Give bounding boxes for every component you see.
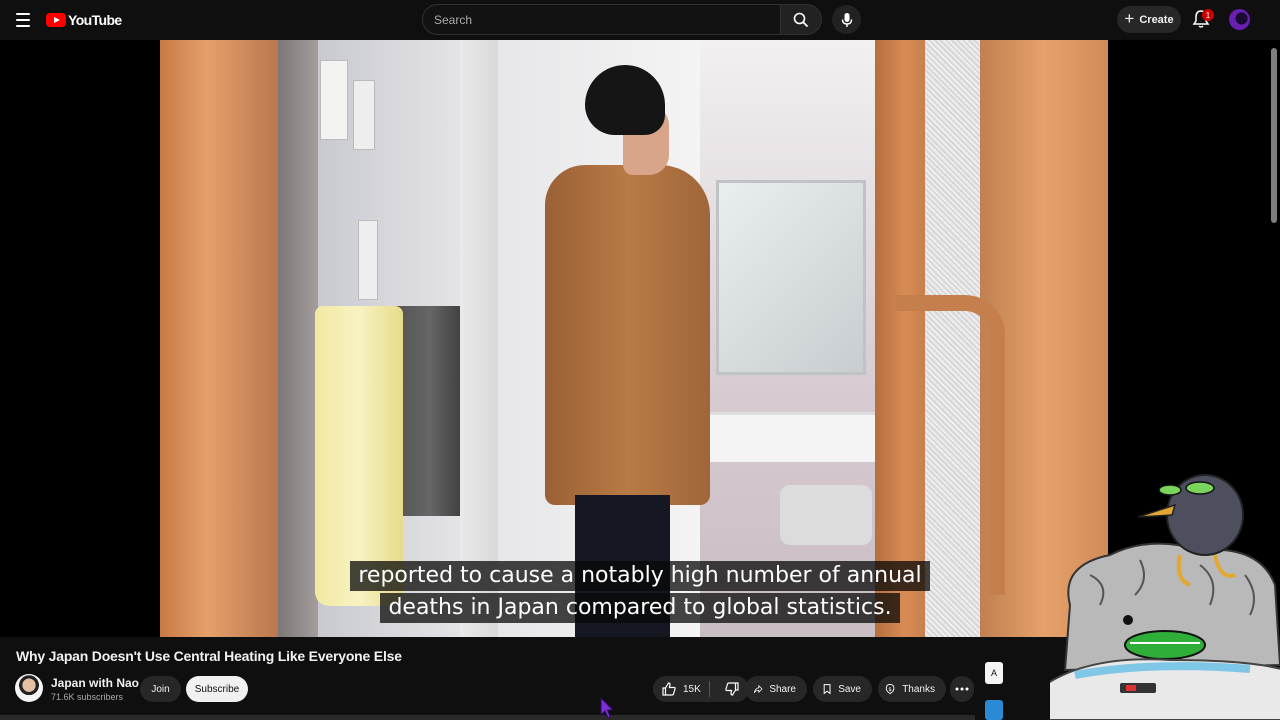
video-scene-panel: [353, 80, 375, 150]
logo-text: YouTube: [68, 12, 122, 28]
save-button[interactable]: Save: [813, 676, 872, 702]
cartoon-hot-tub: [1050, 658, 1280, 720]
thanks-label: Thanks: [902, 683, 935, 695]
masthead: YouTube Search + Create 1: [0, 0, 1280, 40]
video-scene-door-handle: [895, 295, 1005, 595]
video-scene-counter: [705, 412, 875, 462]
video-title: Why Japan Doesn't Use Central Heating Li…: [16, 648, 402, 664]
subscribe-button[interactable]: Subscribe: [186, 676, 248, 702]
create-button[interactable]: + Create: [1117, 6, 1181, 33]
like-count: 15K: [683, 683, 701, 695]
like-button[interactable]: 15K: [653, 676, 703, 702]
scrollbar[interactable]: [1271, 48, 1277, 223]
thanks-button[interactable]: $ Thanks: [878, 676, 946, 702]
share-button[interactable]: Share: [745, 676, 807, 702]
share-icon: [753, 684, 763, 694]
plus-icon: +: [1124, 9, 1135, 28]
video-scene-door-frame: [460, 40, 500, 637]
account-avatar[interactable]: [1229, 9, 1250, 30]
video-scene-switch: [358, 220, 378, 300]
bookmark-icon: [823, 684, 831, 695]
mouse-cursor: [600, 697, 614, 719]
caption-line: deaths in Japan compared to global stati…: [380, 593, 900, 623]
cartoon-rock: [1063, 542, 1280, 672]
save-label: Save: [838, 683, 861, 695]
create-label: Create: [1139, 13, 1174, 26]
video-scene-person: [545, 65, 710, 637]
more-horizontal-icon: [955, 687, 969, 691]
thumbs-down-icon: [725, 682, 740, 696]
subscriber-count: 71.6K subscribers: [51, 692, 124, 702]
thumbs-up-icon: [662, 682, 676, 696]
video-scene-door-edge: [278, 40, 318, 637]
video-scene-mirror: [716, 180, 866, 375]
channel-avatar[interactable]: [15, 674, 43, 702]
like-dislike-bar: 15K: [653, 676, 749, 702]
search-bar: Search: [422, 4, 822, 35]
more-actions-button[interactable]: [950, 676, 974, 702]
microphone-icon: [841, 12, 852, 27]
video-scene-stool: [780, 485, 872, 545]
video-frame[interactable]: [160, 40, 1108, 637]
like-divider: [708, 681, 710, 697]
caption-line: reported to cause a notably high number …: [350, 561, 930, 591]
join-button[interactable]: Join: [140, 676, 181, 702]
youtube-play-icon: [46, 13, 66, 27]
menu-icon[interactable]: [10, 6, 36, 34]
video-scene-panel: [320, 60, 348, 140]
search-input[interactable]: Search: [422, 4, 780, 35]
share-label: Share: [769, 683, 796, 695]
svg-text:$: $: [888, 687, 891, 693]
voice-search-button[interactable]: [832, 5, 861, 34]
search-button[interactable]: [780, 4, 822, 35]
cartoon-overlay: [1050, 474, 1280, 720]
notification-badge: 1: [1202, 9, 1214, 21]
youtube-logo[interactable]: YouTube: [46, 10, 122, 30]
side-panel-thumbnail[interactable]: [985, 700, 1003, 720]
video-scene-door: [160, 40, 278, 637]
channel-name[interactable]: Japan with Nao: [51, 676, 139, 690]
side-panel-chip[interactable]: A: [985, 662, 1003, 684]
description-box-edge: [0, 715, 975, 720]
search-icon: [793, 12, 809, 27]
super-thanks-icon: $: [885, 683, 895, 695]
